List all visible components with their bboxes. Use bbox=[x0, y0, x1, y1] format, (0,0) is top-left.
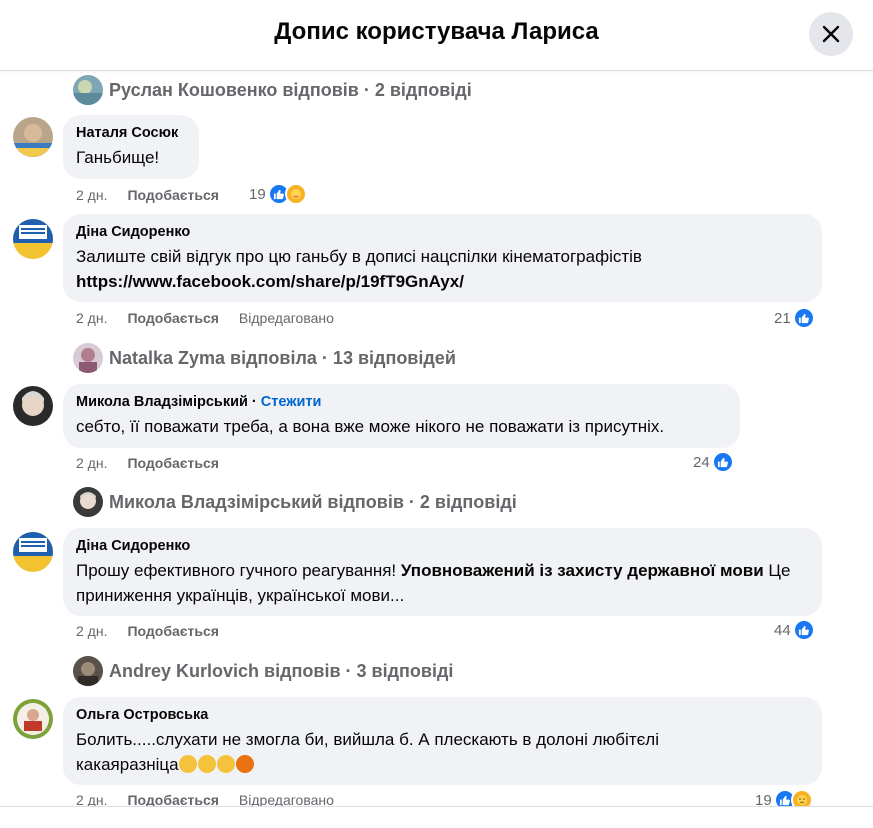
comment-author[interactable]: Діна Сидоренко bbox=[76, 223, 809, 242]
like-icon bbox=[792, 619, 815, 641]
reactions-summary[interactable]: 44 bbox=[774, 619, 815, 641]
avatar bbox=[73, 656, 103, 686]
comment-text: Ганьбище! bbox=[76, 148, 160, 167]
comment-bubble: Ольга Островська Болить.....слухати не з… bbox=[63, 697, 822, 785]
close-icon bbox=[822, 25, 840, 43]
avatar bbox=[73, 487, 103, 517]
angry-face-icon bbox=[235, 755, 254, 773]
edited-label[interactable]: Відредаговано bbox=[239, 792, 334, 806]
follow-button[interactable]: Стежити bbox=[261, 394, 322, 410]
comment-text: Залиште свій відгук про цю ганьбу в допи… bbox=[76, 247, 642, 266]
comment-author[interactable]: Ольга Островська bbox=[76, 706, 809, 725]
reactions-count: 21 bbox=[774, 309, 791, 327]
mention-link[interactable]: Уповноважений із захисту державної мови bbox=[401, 561, 764, 580]
comment-bubble: Діна Сидоренко Залиште свій відгук про ц… bbox=[63, 214, 822, 302]
comment-bubble: Микола Владзімірський · Стежити себто, ї… bbox=[63, 384, 740, 448]
reactions-count: 24 bbox=[693, 453, 710, 471]
replies-summary-text: Andrey Kurlovich відповів · 3 відповіді bbox=[109, 660, 454, 681]
replies-summary-text: Natalka Zyma відповіла · 13 відповідей bbox=[109, 347, 456, 368]
like-button[interactable]: Подобається bbox=[127, 187, 218, 203]
replies-summary[interactable]: Andrey Kurlovich відповів · 3 відповіді bbox=[73, 656, 453, 686]
sad-icon bbox=[790, 789, 813, 806]
edited-label[interactable]: Відредаговано bbox=[239, 310, 334, 326]
comment-time[interactable]: 2 дн. bbox=[76, 310, 107, 326]
reactions-count: 44 bbox=[774, 621, 791, 639]
replies-summary[interactable]: Руслан Кошовенко відповів · 2 відповіді bbox=[73, 75, 472, 105]
replies-summary-text: Руслан Кошовенко відповів · 2 відповіді bbox=[109, 79, 472, 100]
comment-author-line: Микола Владзімірський · Стежити bbox=[76, 394, 322, 410]
comment-text: Болить.....слухати не змогла би, вийшла … bbox=[76, 730, 659, 749]
comment-link[interactable]: https://www.facebook.com/share/p/19fT9Gn… bbox=[76, 269, 809, 294]
comments-list[interactable]: Руслан Кошовенко відповів · 2 відповіді … bbox=[0, 71, 873, 806]
comment-actions: 2 дн. Подобається Відредаговано bbox=[76, 310, 354, 326]
comment-bubble: Діна Сидоренко Прошу ефективного гучного… bbox=[63, 528, 822, 616]
replies-summary[interactable]: Natalka Zyma відповіла · 13 відповідей bbox=[73, 343, 456, 373]
avatar[interactable] bbox=[13, 219, 53, 259]
comment-time[interactable]: 2 дн. bbox=[76, 187, 107, 203]
like-button[interactable]: Подобається bbox=[127, 623, 218, 639]
comment-time[interactable]: 2 дн. bbox=[76, 455, 107, 471]
comment-time[interactable]: 2 дн. bbox=[76, 792, 107, 806]
dialog-footer bbox=[0, 806, 873, 828]
avatar[interactable] bbox=[13, 386, 53, 426]
like-button[interactable]: Подобається bbox=[127, 310, 218, 326]
post-dialog: Допис користувача Лариса Руслан Кошовенк… bbox=[0, 0, 873, 828]
comment-author[interactable]: Наталя Сосюк bbox=[76, 124, 186, 143]
sad-face-icon bbox=[178, 755, 197, 773]
comment-actions: 2 дн. Подобається bbox=[76, 623, 239, 639]
care-icon bbox=[284, 183, 307, 205]
avatar bbox=[73, 75, 103, 105]
sad-face-icon bbox=[216, 755, 235, 773]
like-icon bbox=[792, 307, 815, 329]
reactions-count: 19 bbox=[755, 791, 772, 807]
comment-text-line2: какаяразніца bbox=[76, 752, 809, 777]
comment-actions: 2 дн. Подобається Відредаговано bbox=[76, 792, 354, 806]
comment-actions: 2 дн. Подобається bbox=[76, 455, 239, 471]
comment-bubble: Наталя Сосюк Ганьбище! bbox=[63, 115, 199, 179]
comment-time[interactable]: 2 дн. bbox=[76, 623, 107, 639]
dialog-header: Допис користувача Лариса bbox=[0, 0, 873, 71]
comment-author[interactable]: Микола Владзімірський bbox=[76, 394, 248, 410]
avatar[interactable] bbox=[13, 699, 53, 739]
avatar bbox=[73, 343, 103, 373]
reactions-count: 19 bbox=[249, 185, 266, 203]
like-button[interactable]: Подобається bbox=[127, 455, 218, 471]
like-icon bbox=[711, 451, 734, 473]
close-button[interactable] bbox=[809, 12, 853, 56]
reactions-summary[interactable]: 19 bbox=[249, 183, 307, 205]
avatar[interactable] bbox=[13, 532, 53, 572]
comment-text: себто, її поважати треба, а вона вже мож… bbox=[76, 417, 665, 436]
avatar[interactable] bbox=[13, 117, 53, 157]
reactions-summary[interactable]: 21 bbox=[774, 307, 815, 329]
reactions-summary[interactable]: 19 bbox=[755, 789, 813, 806]
comment-author[interactable]: Діна Сидоренко bbox=[76, 537, 809, 556]
replies-summary-text: Микола Владзімірський відповів · 2 відпо… bbox=[109, 491, 517, 512]
like-button[interactable]: Подобається bbox=[127, 792, 218, 806]
replies-summary[interactable]: Микола Владзімірський відповів · 2 відпо… bbox=[73, 487, 517, 517]
comment-actions: 2 дн. Подобається bbox=[76, 187, 239, 203]
reactions-summary[interactable]: 24 bbox=[693, 451, 734, 473]
sad-face-icon bbox=[197, 755, 216, 773]
comment-text: Прошу ефективного гучного реагування! Уп… bbox=[76, 561, 791, 605]
dialog-title: Допис користувача Лариса bbox=[274, 18, 599, 45]
